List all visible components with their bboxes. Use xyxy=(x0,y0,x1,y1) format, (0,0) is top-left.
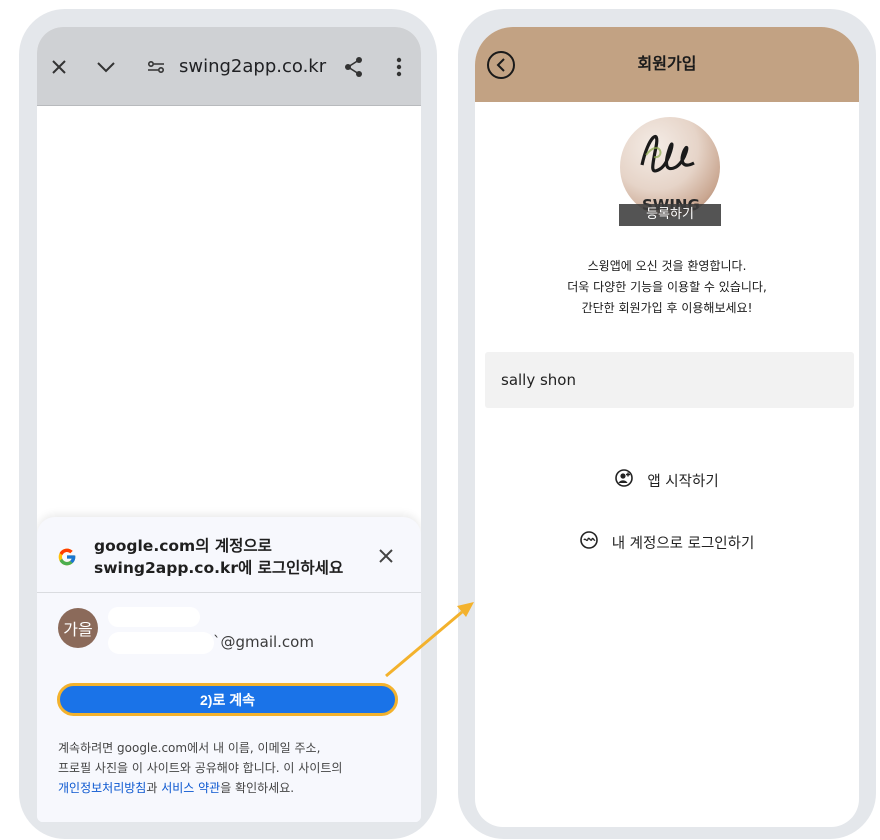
terms-link[interactable]: 서비스 약관 xyxy=(161,781,220,795)
user-add-icon xyxy=(615,469,634,491)
register-photo-button[interactable]: 등록하기 xyxy=(619,204,721,226)
share-icon[interactable] xyxy=(342,55,366,79)
swing-logo-art-icon: SWING xyxy=(640,134,700,214)
page-title: 회원가입 xyxy=(637,54,697,73)
legal-line2: 프로필 사진을 이 사이트와 공유해야 합니다. 이 사이트의 xyxy=(58,761,343,775)
legal-notice: 계속하려면 google.com에서 내 이름, 이메일 주소, 프로필 사진을… xyxy=(58,738,388,798)
close-icon[interactable] xyxy=(377,547,395,565)
browser-toolbar: swing2app.co.kr xyxy=(37,27,421,106)
more-vert-icon[interactable] xyxy=(387,55,411,79)
app-header: 회원가입 xyxy=(475,27,859,102)
sheet-header: google.com의 계정으로 swing2app.co.kr에 로그인하세요 xyxy=(37,517,421,593)
sheet-title-line1: google.com의 계정으로 xyxy=(94,537,272,555)
start-app-label: 앱 시작하기 xyxy=(647,473,719,490)
redacted-name xyxy=(108,607,200,627)
google-signin-sheet: google.com의 계정으로 swing2app.co.kr에 로그인하세요… xyxy=(37,517,421,822)
legal-and: 과 xyxy=(146,781,162,795)
app-screen: 회원가입 SWING 등록하기 스윙앱에 오신 것을 환영합니다. 더욱 다양한… xyxy=(475,27,859,827)
left-phone-frame: swing2app.co.kr google.com의 계정으로 swing2a… xyxy=(19,9,437,839)
avatar: 가을 xyxy=(58,608,98,648)
chevron-down-icon[interactable] xyxy=(94,55,118,79)
swing-account-icon xyxy=(579,531,598,553)
continue-as-button[interactable]: 2)로 계속 xyxy=(57,683,398,716)
welcome-message: 스윙앱에 오신 것을 환영합니다. 더욱 다양한 기능을 이용할 수 있습니다,… xyxy=(475,256,859,319)
sheet-title: google.com의 계정으로 swing2app.co.kr에 로그인하세요 xyxy=(94,535,343,579)
legal-line1: 계속하려면 google.com에서 내 이름, 이메일 주소, xyxy=(58,741,321,755)
legal-line3: 개인정보처리방침과 서비스 약관을 확인하세요. xyxy=(58,778,388,798)
page-content-blank xyxy=(37,107,421,517)
login-account-label: 내 계정으로 로그인하기 xyxy=(611,535,755,552)
welcome-line2: 더욱 다양한 기능을 이용할 수 있습니다, xyxy=(567,280,767,294)
account-email: `@gmail.com xyxy=(213,633,314,651)
site-settings-icon[interactable] xyxy=(144,55,168,79)
profile-image[interactable]: SWING xyxy=(620,117,720,217)
sheet-title-line2: swing2app.co.kr에 로그인하세요 xyxy=(94,559,344,577)
google-logo-icon xyxy=(57,547,77,571)
privacy-policy-link[interactable]: 개인정보처리방침 xyxy=(58,781,146,795)
start-app-button[interactable]: 앱 시작하기 xyxy=(475,469,859,491)
name-input[interactable] xyxy=(485,352,854,408)
right-phone-frame: 회원가입 SWING 등록하기 스윙앱에 오신 것을 환영합니다. 더욱 다양한… xyxy=(458,9,876,839)
browser-screen: swing2app.co.kr google.com의 계정으로 swing2a… xyxy=(37,27,421,822)
url-text[interactable]: swing2app.co.kr xyxy=(179,55,326,79)
close-icon[interactable] xyxy=(47,55,71,79)
login-account-button[interactable]: 내 계정으로 로그인하기 xyxy=(475,531,859,553)
legal-end: 을 확인하세요. xyxy=(220,781,295,795)
welcome-line1: 스윙앱에 오신 것을 환영합니다. xyxy=(587,259,747,273)
redacted-email xyxy=(108,632,214,654)
welcome-line3: 간단한 회원가입 후 이용해보세요! xyxy=(581,301,753,315)
